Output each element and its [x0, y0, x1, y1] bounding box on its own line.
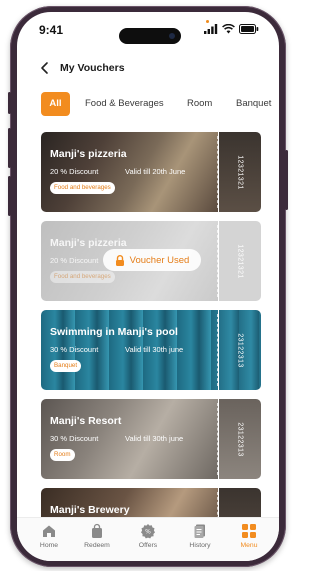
- voucher-category-badge: Food and beverages: [50, 271, 115, 283]
- voucher-name: Manji's Brewery: [50, 504, 130, 516]
- voucher-discount: 20 % Discount: [50, 256, 99, 265]
- side-button-left-bottom: [8, 176, 11, 216]
- home-icon: [43, 525, 55, 537]
- status-bar: 9:41: [17, 12, 279, 52]
- voucher-code: 23122313: [236, 332, 244, 368]
- voucher-code: 23122313: [236, 421, 244, 457]
- nav-item-redeem[interactable]: Redeem: [75, 523, 119, 549]
- nav-label-home: Home: [39, 542, 59, 549]
- nav-label-history: History: [189, 542, 211, 549]
- voucher-category-badge: Banquet: [50, 360, 82, 372]
- battery-icon: [239, 24, 259, 34]
- tab-room[interactable]: Room: [187, 92, 212, 116]
- tab-all[interactable]: All: [41, 92, 70, 116]
- nav-item-menu[interactable]: Menu: [227, 523, 271, 549]
- header: My Vouchers: [17, 56, 279, 82]
- nav-label-redeem: Redeem: [84, 542, 110, 549]
- nav-item-offers[interactable]: % Offers: [126, 523, 170, 549]
- voucher-name: Swimming in Manji's pool: [50, 326, 178, 338]
- voucher-category-badge: Room: [50, 449, 75, 461]
- voucher-validity: Valid till 20th June: [125, 167, 186, 176]
- voucher-name: Manji's pizzeria: [50, 148, 127, 160]
- status-icons: [204, 24, 259, 34]
- voucher-discount: 30 % Discount: [50, 434, 99, 443]
- voucher-validity: Valid till 30th june: [125, 434, 184, 443]
- signal-icon: [204, 24, 218, 34]
- offer-badge-icon: %: [141, 524, 155, 539]
- category-tabs: All Food & Beverages Room Banquet: [41, 92, 279, 116]
- privacy-dot-indicator: [206, 20, 209, 23]
- voucher-used-pill: Voucher Used: [103, 249, 201, 271]
- side-button-right: [285, 150, 288, 210]
- camera-icon: [169, 33, 175, 39]
- voucher-validity: Valid till 30th june: [125, 345, 184, 354]
- voucher-stub: 12321321: [219, 132, 261, 212]
- nav-label-menu: Menu: [240, 542, 258, 549]
- side-button-left-mid: [8, 128, 11, 168]
- lock-icon: [115, 254, 124, 266]
- voucher-code: 12321321: [236, 154, 244, 190]
- nav-item-history[interactable]: History: [178, 523, 222, 549]
- voucher-name: Manji's Resort: [50, 415, 122, 427]
- bottom-nav: Home Redeem % Offers History Menu: [17, 517, 279, 561]
- voucher-stub: 23122313: [219, 399, 261, 479]
- voucher-card[interactable]: Manji's Resort 30 % Discount Valid till …: [41, 399, 261, 479]
- voucher-stub: 12321321: [219, 221, 261, 301]
- wifi-icon: [222, 24, 235, 34]
- history-icon: [194, 524, 205, 538]
- voucher-card-used: Manji's pizzeria 20 % Discount Food and …: [41, 221, 261, 301]
- page-title: My Vouchers: [60, 62, 125, 74]
- tab-banquet[interactable]: Banquet: [236, 92, 271, 116]
- voucher-stub: 23122313: [219, 310, 261, 390]
- voucher-category-badge: Food and beverages: [50, 182, 115, 194]
- voucher-used-label: Voucher Used: [129, 254, 190, 266]
- voucher-main: Manji's pizzeria 20 % Discount Food and …: [41, 221, 218, 301]
- grid-menu-icon: [242, 524, 256, 538]
- tab-food-beverages[interactable]: Food & Beverages: [85, 92, 164, 116]
- voucher-main: Swimming in Manji's pool 30 % Discount V…: [41, 310, 218, 390]
- voucher-card[interactable]: Manji's pizzeria 20 % Discount Valid til…: [41, 132, 261, 212]
- voucher-main: Manji's Resort 30 % Discount Valid till …: [41, 399, 218, 479]
- voucher-card[interactable]: Swimming in Manji's pool 30 % Discount V…: [41, 310, 261, 390]
- voucher-discount: 30 % Discount: [50, 345, 99, 354]
- nav-label-offers: Offers: [138, 542, 158, 549]
- voucher-discount: 20 % Discount: [50, 167, 99, 176]
- back-chevron-icon[interactable]: [37, 60, 53, 76]
- nav-item-home[interactable]: Home: [27, 523, 71, 549]
- voucher-code: 12321321: [236, 243, 244, 279]
- bag-icon: [92, 523, 102, 538]
- side-button-left-top: [8, 92, 11, 114]
- svg-text:%: %: [145, 529, 151, 536]
- voucher-name: Manji's pizzeria: [50, 237, 127, 249]
- phone-screen: 9:41 My Vouchers All Food & Beverages Ro…: [17, 12, 279, 561]
- voucher-list: Manji's pizzeria 20 % Discount Valid til…: [17, 132, 279, 527]
- dynamic-island: [119, 28, 181, 44]
- status-time: 9:41: [39, 23, 64, 37]
- voucher-main: Manji's pizzeria 20 % Discount Valid til…: [41, 132, 218, 212]
